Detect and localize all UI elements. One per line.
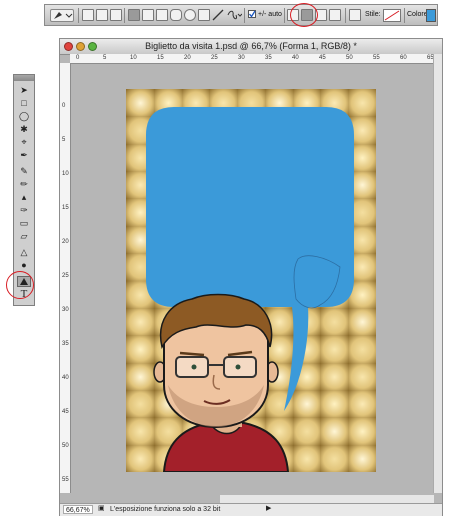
history-brush-tool-icon[interactable]: ✑ (17, 205, 31, 216)
ruler-top-number: 30 (238, 55, 245, 61)
ruler-left-number: 15 (62, 205, 69, 211)
ruler-left-number: 0 (62, 103, 66, 109)
ruler-top-number: 15 (157, 55, 164, 61)
style-picker[interactable] (383, 9, 401, 22)
ruler-top-number: 5 (103, 55, 107, 61)
rounded-rectangle-button[interactable] (170, 9, 182, 21)
ruler-left-number: 20 (62, 239, 69, 245)
blur-tool-icon[interactable]: △ (17, 247, 31, 258)
top-ruler[interactable]: 0 5 10 15 20 25 30 35 40 45 50 55 60 65 (70, 54, 434, 64)
ruler-top-number: 35 (265, 55, 272, 61)
avatar-illustration (153, 293, 290, 472)
document-canvas[interactable] (126, 89, 376, 472)
ruler-left-number: 50 (62, 443, 69, 449)
shape-layers-button[interactable] (82, 9, 94, 21)
ruler-top-number: 50 (346, 55, 353, 61)
ruler-left-number: 5 (62, 137, 66, 143)
ruler-top-number: 10 (130, 55, 137, 61)
style-label: Stile: (365, 11, 381, 18)
exclude-shape-button[interactable] (329, 9, 341, 21)
brush-tool-icon[interactable]: ✏ (17, 179, 31, 190)
left-ruler[interactable]: 051015202530354045505560 (60, 63, 71, 493)
status-arrow-icon[interactable]: ▶ (266, 504, 271, 512)
quick-selection-tool-icon[interactable]: ✱ (17, 124, 31, 135)
ruler-left-number: 35 (62, 341, 69, 347)
marquee-tool-icon[interactable]: □ (17, 98, 31, 109)
status-message: L'esposizione funziona solo a 32 bit (110, 506, 221, 513)
highlight-ring-tools (6, 271, 34, 299)
healing-brush-tool-icon[interactable]: ✎ (17, 166, 31, 177)
polygon-button[interactable] (198, 9, 210, 21)
ruler-top-number: 0 (76, 55, 80, 61)
eraser-tool-icon[interactable]: ▭ (17, 218, 31, 229)
ellipse-button[interactable] (184, 9, 196, 21)
tool-preset-picker[interactable] (50, 9, 74, 22)
pen-icon (54, 12, 73, 19)
move-tool-icon[interactable]: ➤ (17, 85, 31, 96)
color-swatch[interactable] (426, 9, 436, 22)
pen-mode-button[interactable] (128, 9, 140, 21)
eyedropper-tool-icon[interactable]: ✒ (17, 150, 31, 161)
ruler-top-number: 40 (292, 55, 299, 61)
ruler-left-number: 30 (62, 307, 69, 313)
rectangle-shape-button[interactable] (156, 9, 168, 21)
paths-button[interactable] (96, 9, 108, 21)
link-icon[interactable] (349, 9, 361, 21)
ruler-top-number: 25 (211, 55, 218, 61)
ruler-top-number: 45 (319, 55, 326, 61)
ruler-left-number: 55 (62, 477, 69, 483)
status-menu-icon[interactable]: ▣ (98, 504, 105, 512)
document-titlebar[interactable]: Biglietto da visita 1.psd @ 66,7% (Forma… (60, 39, 442, 55)
clone-stamp-tool-icon[interactable]: ▴ (17, 192, 31, 203)
auto-add-delete-checkbox[interactable] (248, 9, 256, 22)
lasso-tool-icon[interactable]: ◯ (17, 111, 31, 122)
fill-pixels-button[interactable] (110, 9, 122, 21)
status-bar: 66,67% ▣ L'esposizione funziona solo a 3… (60, 503, 442, 516)
ruler-left-number: 45 (62, 409, 69, 415)
zoom-field[interactable]: 66,67% (63, 505, 93, 514)
options-bar: +/- auto Stile: Colore: (44, 3, 438, 27)
crop-tool-icon[interactable]: ⌖ (17, 137, 31, 148)
paint-bucket-tool-icon[interactable]: ▱ (17, 231, 31, 242)
ruler-left-number: 10 (62, 171, 69, 177)
vertical-scrollbar[interactable] (433, 54, 442, 493)
horizontal-scrollbar[interactable] (220, 495, 434, 503)
ruler-top-number: 55 (373, 55, 380, 61)
freeform-pen-button[interactable] (142, 9, 154, 21)
auto-add-delete-label: +/- auto (258, 11, 282, 18)
ruler-left-number: 40 (62, 375, 69, 381)
canvas-artwork (146, 107, 354, 472)
ruler-top-number: 60 (400, 55, 407, 61)
highlight-ring-options (290, 3, 318, 27)
line-icon[interactable] (212, 9, 224, 22)
custom-shape-icon[interactable] (226, 9, 243, 22)
dodge-tool-icon[interactable]: ● (17, 260, 31, 271)
document-title: Biglietto da visita 1.psd @ 66,7% (Forma… (145, 41, 357, 51)
ruler-left-number: 25 (62, 273, 69, 279)
tools-panel-header[interactable] (14, 75, 34, 81)
ruler-top-number: 20 (184, 55, 191, 61)
